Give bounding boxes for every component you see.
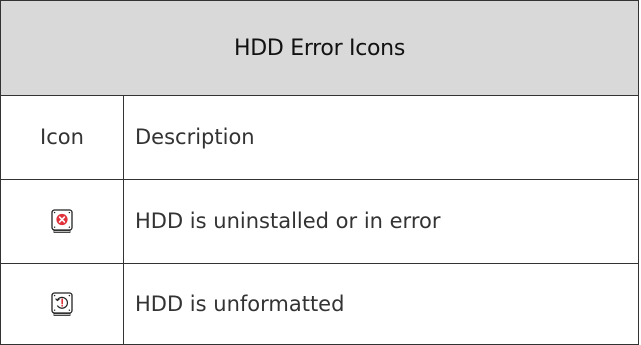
table-cell-icon	[1, 263, 124, 344]
hdd-error-icon	[51, 209, 73, 233]
table-cell-description: HDD is unformatted	[135, 291, 345, 316]
column-header-icon: Icon	[1, 95, 124, 179]
table-row: HDD is uninstalled or in error	[0, 179, 639, 264]
table-title: HDD Error Icons	[0, 0, 639, 96]
table-cell-description: HDD is uninstalled or in error	[135, 209, 441, 233]
table-cell-icon	[1, 179, 124, 263]
hdd-unformatted-icon	[51, 291, 73, 316]
table-row: HDD is unformatted	[0, 263, 639, 345]
table-header-row: Icon Description	[0, 95, 639, 180]
column-header-description: Description	[135, 125, 255, 149]
hdd-error-icons-table: HDD Error Icons Icon Description HDD is …	[0, 0, 640, 345]
